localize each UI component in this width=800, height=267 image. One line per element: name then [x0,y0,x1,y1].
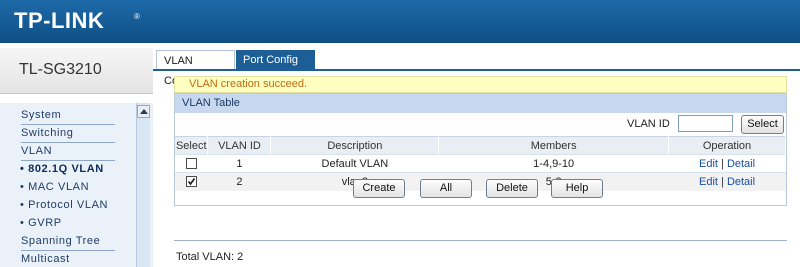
sidebar-item-mac-vlan[interactable]: • MAC VLAN [20,179,114,197]
tab-bar: VLAN Config Port Config [153,50,800,87]
col-header-select: Select [175,136,209,155]
sidebar-item-switching[interactable]: Switching [21,125,115,143]
tab-port-config[interactable]: Port Config [236,50,315,70]
table-header-row: Select VLAN ID Description Members Opera… [175,136,786,155]
detail-link[interactable]: Detail [727,158,755,170]
panel-title: VLAN Table [175,94,786,113]
row-select-checkbox[interactable] [185,158,197,170]
footer-divider [174,240,787,241]
sidebar: TL-SG3210 System Switching VLAN • 802.1Q… [0,43,153,267]
create-button[interactable]: Create [353,179,405,198]
all-button[interactable]: All [420,179,472,198]
cell-members: 1-4,9-10 [438,154,669,173]
sidebar-item-vlan[interactable]: VLAN [21,143,115,161]
sidebar-item-8021q-vlan[interactable]: • 802.1Q VLAN [20,161,114,179]
help-button[interactable]: Help [551,179,603,198]
table-row: 1 Default VLAN 1-4,9-10 Edit | Detail [175,154,786,173]
col-header-description: Description [270,136,440,155]
vlan-id-input[interactable] [678,115,733,132]
cell-description: Default VLAN [270,154,439,173]
operation-separator: | [721,157,724,170]
sidebar-item-protocol-vlan[interactable]: • Protocol VLAN [20,197,114,215]
select-button[interactable]: Select [741,115,784,134]
tp-link-logo: TP-LINK [14,8,105,33]
model-name: TL-SG3210 [19,61,102,78]
col-header-vlan-id: VLAN ID [207,136,272,155]
action-buttons: Create All Delete Help [175,178,786,200]
col-header-operation: Operation [668,136,786,155]
status-message: VLAN creation succeed. [174,76,787,93]
delete-button[interactable]: Delete [486,179,538,198]
sidebar-scrollbar[interactable] [136,103,150,267]
scroll-up-button[interactable] [137,105,150,118]
edit-link[interactable]: Edit [699,158,718,170]
tab-underline [153,69,800,71]
arrow-up-icon [140,109,148,114]
model-banner: TL-SG3210 [0,48,153,94]
vlan-id-label: VLAN ID [627,118,670,130]
total-vlan-count: Total VLAN: 2 [176,251,244,263]
sidebar-item-gvrp[interactable]: • GVRP [20,215,114,233]
vlan-table-panel: VLAN Table VLAN ID Select Select VLAN ID… [174,93,787,206]
top-banner: TP-LINK ® [0,0,800,43]
cell-vlan-id: 1 [207,154,271,173]
sidebar-item-spanning-tree[interactable]: Spanning Tree [21,233,115,251]
registered-mark: ® [134,12,140,21]
search-row: VLAN ID Select [175,113,786,136]
sidebar-menu: System Switching VLAN • 802.1Q VLAN • MA… [0,103,153,267]
tab-vlan-config[interactable]: VLAN Config [156,50,235,87]
col-header-members: Members [438,136,670,155]
cell-operation: Edit | Detail [668,154,786,173]
sidebar-item-multicast[interactable]: Multicast [21,251,115,267]
sidebar-item-system[interactable]: System [21,107,115,125]
